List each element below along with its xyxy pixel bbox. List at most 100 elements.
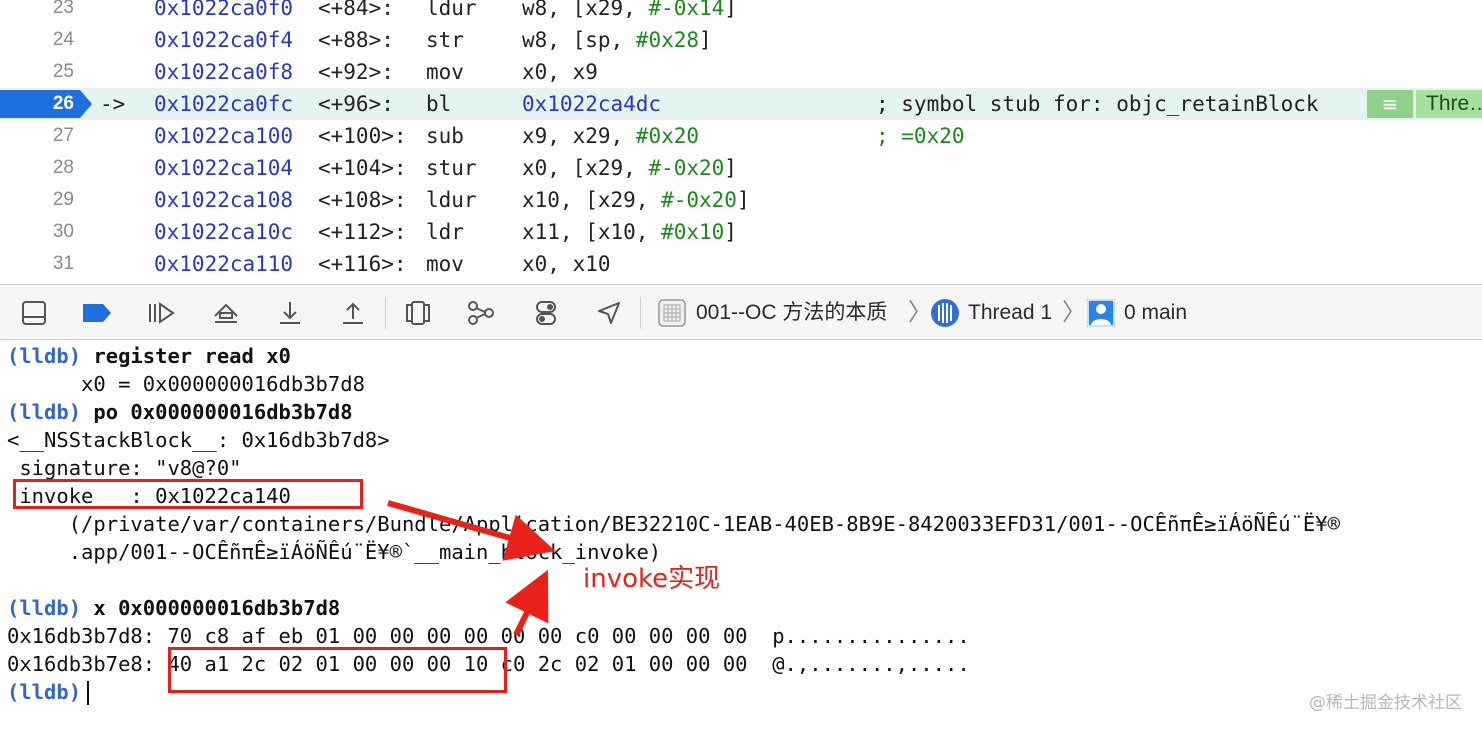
instruction-mnemonic: mov — [426, 252, 464, 276]
breadcrumb-frame[interactable]: 0 main — [1124, 285, 1187, 341]
user-frame-icon — [1083, 295, 1119, 331]
disassembly-editor[interactable]: 23 0x1022ca0f0 <+84>: ldur w8, [x29, #-0x14]… — [0, 0, 1482, 284]
instruction-offset: <+88>: — [318, 28, 394, 52]
instruction-mnemonic: ldr — [426, 220, 464, 244]
debug-toolbar: 001--OC 方法的本质 〉 Thread 1 〉 0 main — [0, 284, 1482, 340]
thread-icon — [927, 295, 963, 331]
instruction-row[interactable]: 27 0x1022ca100 <+100>: sub x9, x29, #0x20 ; =… — [0, 120, 1482, 152]
instruction-address: 0x1022ca0f4 — [154, 28, 294, 52]
project-file-icon — [654, 295, 690, 331]
operand-text: x11, [x10, — [522, 220, 662, 244]
hide-debug-area-icon[interactable] — [16, 295, 52, 331]
instruction-operands: w8, [x29, #-0x14] — [522, 0, 737, 24]
toolbar-separator — [385, 297, 386, 329]
instruction-row[interactable]: 31 0x1022ca110 <+116>: mov x0, x10 — [0, 248, 1482, 280]
operand-text: ] — [724, 156, 737, 180]
operand-immediate: #0x10 — [661, 220, 725, 244]
toolbar-separator — [640, 297, 641, 329]
instruction-mnemonic: ldur — [426, 0, 477, 20]
operand-text: x9, x29, — [522, 124, 636, 148]
instruction-operands: w8, [sp, #0x28] — [522, 24, 712, 56]
breadcrumb-thread[interactable]: Thread 1 — [968, 285, 1052, 341]
instruction-address: 0x1022ca10c — [154, 220, 294, 244]
operand-immediate: #0x28 — [635, 28, 700, 52]
line-gutter[interactable]: 24 — [0, 24, 92, 56]
continue-icon[interactable] — [143, 295, 179, 331]
instruction-operands: x0, x9 — [522, 56, 598, 88]
line-gutter[interactable]: 27 — [0, 120, 92, 152]
instruction-offset: <+84>: — [318, 0, 394, 20]
line-number: 31 — [52, 253, 74, 274]
line-gutter[interactable]: 28 — [0, 152, 92, 184]
instruction-address: 0x1022ca108 — [154, 188, 294, 212]
instruction-mnemonic: bl — [426, 92, 452, 116]
operand-text: x0, x9 — [522, 60, 598, 84]
instruction-operands: 0x1022ca4dc — [522, 88, 661, 120]
instruction-comment: ; =0x20 — [876, 124, 965, 148]
arrow-to-block-invoke — [387, 500, 556, 561]
instruction-address: 0x1022ca0f0 — [154, 0, 294, 20]
instruction-row[interactable]: 25 0x1022ca0f8 <+92>: mov x0, x9 — [0, 56, 1482, 88]
line-gutter[interactable]: 26 — [0, 88, 92, 120]
instruction-operands: x9, x29, #0x20 — [522, 120, 699, 152]
breadcrumb-project[interactable]: 001--OC 方法的本质 — [696, 285, 887, 341]
line-gutter[interactable]: 29 — [0, 184, 92, 216]
instruction-address: 0x1022ca0fc — [154, 92, 294, 116]
operand-text: ] — [736, 188, 750, 212]
operand-text: w8, [sp, — [522, 28, 636, 52]
step-into-icon[interactable] — [272, 295, 308, 331]
instruction-offset: <+96>: — [318, 92, 394, 116]
instruction-operands: x10, [x29, #-0x20] — [522, 184, 750, 216]
operand-immediate: #-0x20 — [661, 188, 737, 212]
annotation-arrows — [387, 500, 556, 637]
thread-badge[interactable]: Thre… — [1416, 90, 1482, 118]
watermark: @稀土掘金技术社区 — [1309, 693, 1462, 713]
operand-immediate: #-0x20 — [648, 156, 725, 180]
operand-text: ] — [724, 0, 737, 20]
simulate-location-icon[interactable] — [591, 295, 627, 331]
instruction-row[interactable]: 30 0x1022ca10c <+112>: ldr x11, [x10, #0x10] — [0, 216, 1482, 248]
line-gutter[interactable]: 23 — [0, 0, 92, 24]
memory-graph-icon[interactable] — [463, 295, 499, 331]
instruction-address: 0x1022ca110 — [154, 252, 294, 276]
line-gutter[interactable]: 31 — [0, 248, 92, 280]
instruction-operands: x0, x10 — [522, 248, 611, 280]
instruction-mnemonic: ldur — [426, 188, 477, 212]
operand-text: 0x1022ca4dc — [522, 92, 662, 116]
instruction-offset: <+92>: — [318, 60, 394, 84]
instruction-mnemonic: str — [426, 28, 464, 52]
operand-immediate: #-0x14 — [648, 0, 725, 20]
view-hierarchy-icon[interactable] — [400, 295, 436, 331]
breakpoints-toggle-icon[interactable] — [79, 295, 115, 331]
instruction-mnemonic: mov — [426, 60, 464, 84]
instruction-offset: <+116>: — [318, 252, 407, 276]
instruction-row[interactable]: 24 0x1022ca0f4 <+88>: str w8, [sp, #0x28] — [0, 24, 1482, 56]
instruction-address: 0x1022ca0f8 — [154, 60, 294, 84]
lldb-console[interactable]: (lldb) register read x0 x0 = 0x000000016… — [0, 340, 1482, 732]
arrow-to-invoke-label — [505, 569, 549, 637]
line-number: 28 — [52, 157, 74, 178]
line-number: 26 — [52, 93, 74, 114]
line-number: 30 — [52, 221, 74, 242]
step-out-icon[interactable] — [335, 295, 371, 331]
line-gutter[interactable]: 30 — [0, 216, 92, 248]
step-over-icon[interactable] — [208, 295, 244, 331]
operand-immediate: #0x20 — [635, 124, 700, 148]
instruction-offset: <+104>: — [318, 156, 407, 180]
instruction-row[interactable]: 29 0x1022ca108 <+108>: ldur x10, [x29, #-0x2… — [0, 184, 1482, 216]
line-gutter[interactable]: 25 — [0, 56, 92, 88]
instruction-row[interactable]: 23 0x1022ca0f0 <+84>: ldur w8, [x29, #-0x14] — [0, 0, 1482, 24]
invoke-annotation-label: invoke实现 — [583, 564, 721, 594]
instruction-comment: ; symbol stub for: objc_retainBlock — [876, 92, 1319, 116]
instruction-address: 0x1022ca100 — [154, 124, 294, 148]
line-number: 23 — [52, 0, 74, 18]
operand-text: x0, x10 — [522, 252, 611, 276]
line-number: 25 — [52, 61, 74, 82]
instruction-mnemonic: sub — [426, 124, 464, 148]
line-number: 29 — [52, 189, 74, 210]
instruction-offset: <+112>: — [318, 220, 407, 244]
environment-overrides-icon[interactable] — [528, 295, 564, 331]
current-instruction-row[interactable]: 26 -> 0x1022ca0fc <+96>: bl 0x1022ca4dc ; symb… — [0, 88, 1482, 120]
instruction-row[interactable]: 28 0x1022ca104 <+104>: stur x0, [x29, #-0x20… — [0, 152, 1482, 184]
menu-lines-icon[interactable]: ≡ — [1367, 90, 1413, 118]
